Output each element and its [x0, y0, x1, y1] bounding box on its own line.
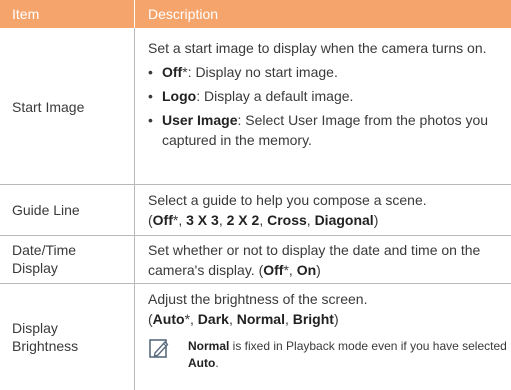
table-row-start-image: Start Image Set a start image to display…: [0, 28, 511, 185]
column-divider: [134, 236, 135, 283]
item-guide-line: Guide Line: [12, 202, 80, 218]
table-row-guide-line: Guide Line Select a guide to help you co…: [0, 185, 511, 236]
option-text: : Display a default image.: [196, 88, 354, 104]
header-item: Item: [12, 6, 40, 22]
description-date-time-display: Set whether or not to display the date a…: [148, 240, 503, 280]
table-header: Item Description: [0, 0, 511, 28]
item-date-time-display: Date/Time Display: [12, 242, 77, 276]
option-text: : Display no start image.: [187, 64, 338, 80]
bullet-glyph: •: [148, 64, 153, 80]
column-divider: [134, 28, 135, 184]
list-item: • Logo: Display a default image.: [148, 86, 503, 106]
column-divider: [134, 284, 135, 390]
option-name: Off: [162, 64, 183, 80]
bullet-glyph: •: [148, 88, 153, 104]
list-item: • User Image: Select User Image from the…: [148, 110, 503, 150]
brightness-text: Adjust the brightness of the screen.: [148, 291, 368, 307]
header-divider: [134, 0, 135, 28]
option-name: Logo: [162, 88, 197, 104]
table-row-display-brightness: Display Brightness Adjust the brightness …: [0, 284, 511, 390]
option-name: User Image: [162, 112, 238, 128]
table-row-date-time-display: Date/Time Display Set whether or not to d…: [0, 236, 511, 284]
item-start-image: Start Image: [12, 99, 85, 115]
list-item: • Off*: Display no start image.: [148, 62, 503, 82]
brightness-options: (Auto*, Dark, Normal, Bright): [148, 311, 339, 327]
description-guide-line: Select a guide to help you compose a sce…: [148, 190, 503, 230]
date-time-text: Set whether or not to display the date a…: [148, 242, 481, 278]
bullet-glyph: •: [148, 112, 153, 128]
note-pencil-icon: [148, 338, 170, 360]
description-start-image: Set a start image to display when the ca…: [148, 38, 503, 150]
guide-line-options: (Off*, 3 X 3, 2 X 2, Cross, Diagonal): [148, 212, 379, 228]
description-display-brightness: Adjust the brightness of the screen. (Au…: [148, 289, 503, 329]
header-description: Description: [148, 6, 219, 22]
guide-line-text: Select a guide to help you compose a sce…: [148, 192, 427, 208]
start-image-intro: Set a start image to display when the ca…: [148, 40, 487, 56]
column-divider: [134, 185, 135, 235]
note-text: Normal is fixed in Playback mode even if…: [188, 339, 507, 370]
item-display-brightness: Display Brightness: [12, 320, 79, 354]
